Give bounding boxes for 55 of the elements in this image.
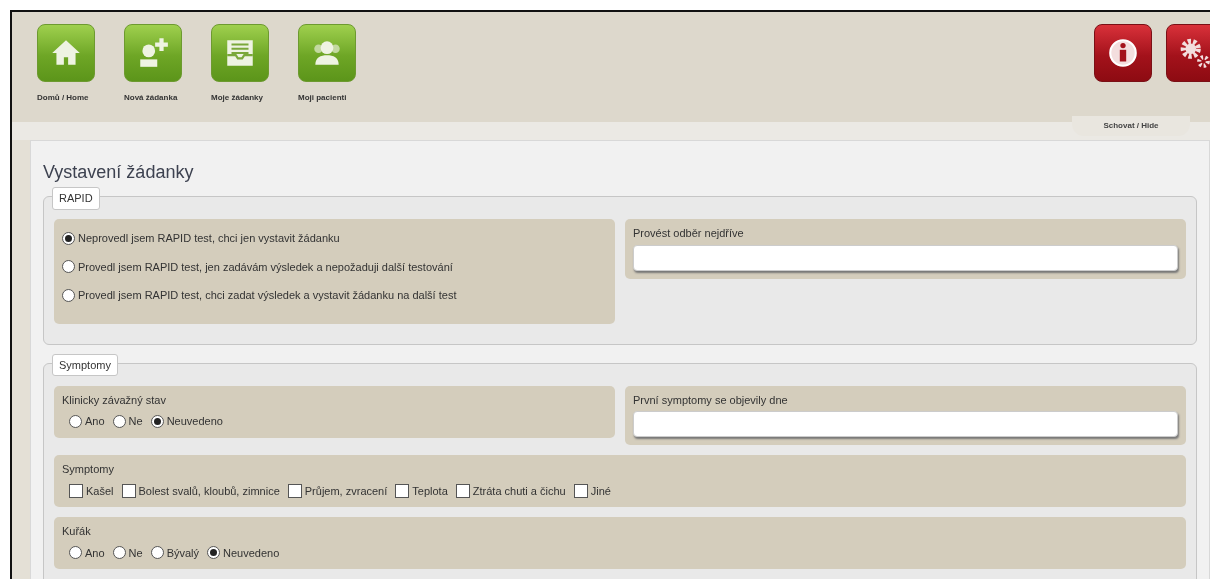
field-label: Klinicky závažný stav [62, 392, 167, 408]
radio-button[interactable] [207, 546, 221, 560]
field-label: Kuřák [62, 524, 92, 539]
radio-label[interactable]: Ne [128, 544, 143, 561]
info-icon [1106, 36, 1140, 70]
radio-label[interactable]: Provedl jsem RAPID test, chci zadat výsledek a vystavit žádanku na další test [78, 287, 457, 304]
nav-tile-button[interactable] [211, 24, 269, 82]
toolbar-button[interactable] [1166, 24, 1210, 82]
fieldset-legend: Symptomy [52, 353, 118, 376]
toolbar-button[interactable] [1094, 24, 1152, 82]
checkbox-label[interactable]: Průjem, zvracení [304, 482, 388, 499]
checkbox[interactable] [455, 483, 470, 498]
field-label: První symptomy se objevily dne [633, 392, 789, 408]
nav-label[interactable]: Domů / Home [37, 92, 112, 104]
checkbox-label[interactable]: Ztráta chuti a čichu [472, 482, 566, 499]
radio-button[interactable] [150, 546, 164, 560]
radio-label[interactable]: Neuvedeno [166, 413, 223, 430]
checkbox-label[interactable]: Kašel [86, 482, 114, 499]
nav-tile-button[interactable] [37, 24, 95, 82]
nav-tile-button[interactable] [124, 24, 182, 82]
radio-label[interactable]: Bývalý [166, 544, 200, 561]
checkbox[interactable] [69, 483, 83, 498]
nav-label[interactable]: Moje žádanky [211, 92, 286, 104]
checkbox[interactable] [287, 483, 302, 498]
radio-button[interactable] [150, 414, 164, 428]
gears-icon [1178, 36, 1210, 70]
field-label: Symptomy [62, 462, 115, 477]
radio-button[interactable] [69, 414, 82, 428]
radio-button[interactable] [112, 414, 126, 428]
checkbox-label[interactable]: Jiné [590, 482, 611, 499]
radio-label[interactable]: Ano [85, 544, 105, 561]
radio-button[interactable] [62, 260, 75, 274]
radio-button[interactable] [69, 546, 82, 560]
checkbox[interactable] [573, 483, 588, 498]
radio-button[interactable] [62, 288, 75, 302]
checkbox[interactable] [395, 483, 410, 498]
checkbox-label[interactable]: Teplota [412, 482, 448, 499]
radio-button[interactable] [112, 546, 126, 560]
checkbox-label[interactable]: Bolest svalů, kloubů, zimnice [138, 482, 280, 499]
radio-label[interactable]: Neuvedeno [223, 544, 280, 561]
date-input-field[interactable] [633, 411, 1178, 437]
checkbox[interactable] [121, 483, 136, 498]
field-label: Provést odběr nejdříve [633, 226, 745, 241]
nav-label[interactable]: Moji pacienti [298, 92, 373, 104]
date-input-field[interactable] [633, 244, 1178, 271]
radio-label[interactable]: Neprovedl jsem RAPID test, chci jen vystavit žádanku [78, 230, 340, 247]
radio-button[interactable] [62, 231, 75, 245]
fieldset-legend: RAPID [52, 187, 100, 210]
radio-label[interactable]: Provedl jsem RAPID test, jen zadávám výsledek a nepožaduji další testování [78, 258, 453, 275]
nav-tile-button[interactable] [298, 24, 356, 82]
page-title: Vystavení žádanky [43, 161, 195, 184]
nav-label[interactable]: Nová žádanka [124, 92, 199, 104]
radio-label[interactable]: Ne [128, 413, 143, 430]
hide-tab[interactable]: Schovat / Hide [1072, 116, 1190, 136]
radio-label[interactable]: Ano [85, 413, 105, 430]
